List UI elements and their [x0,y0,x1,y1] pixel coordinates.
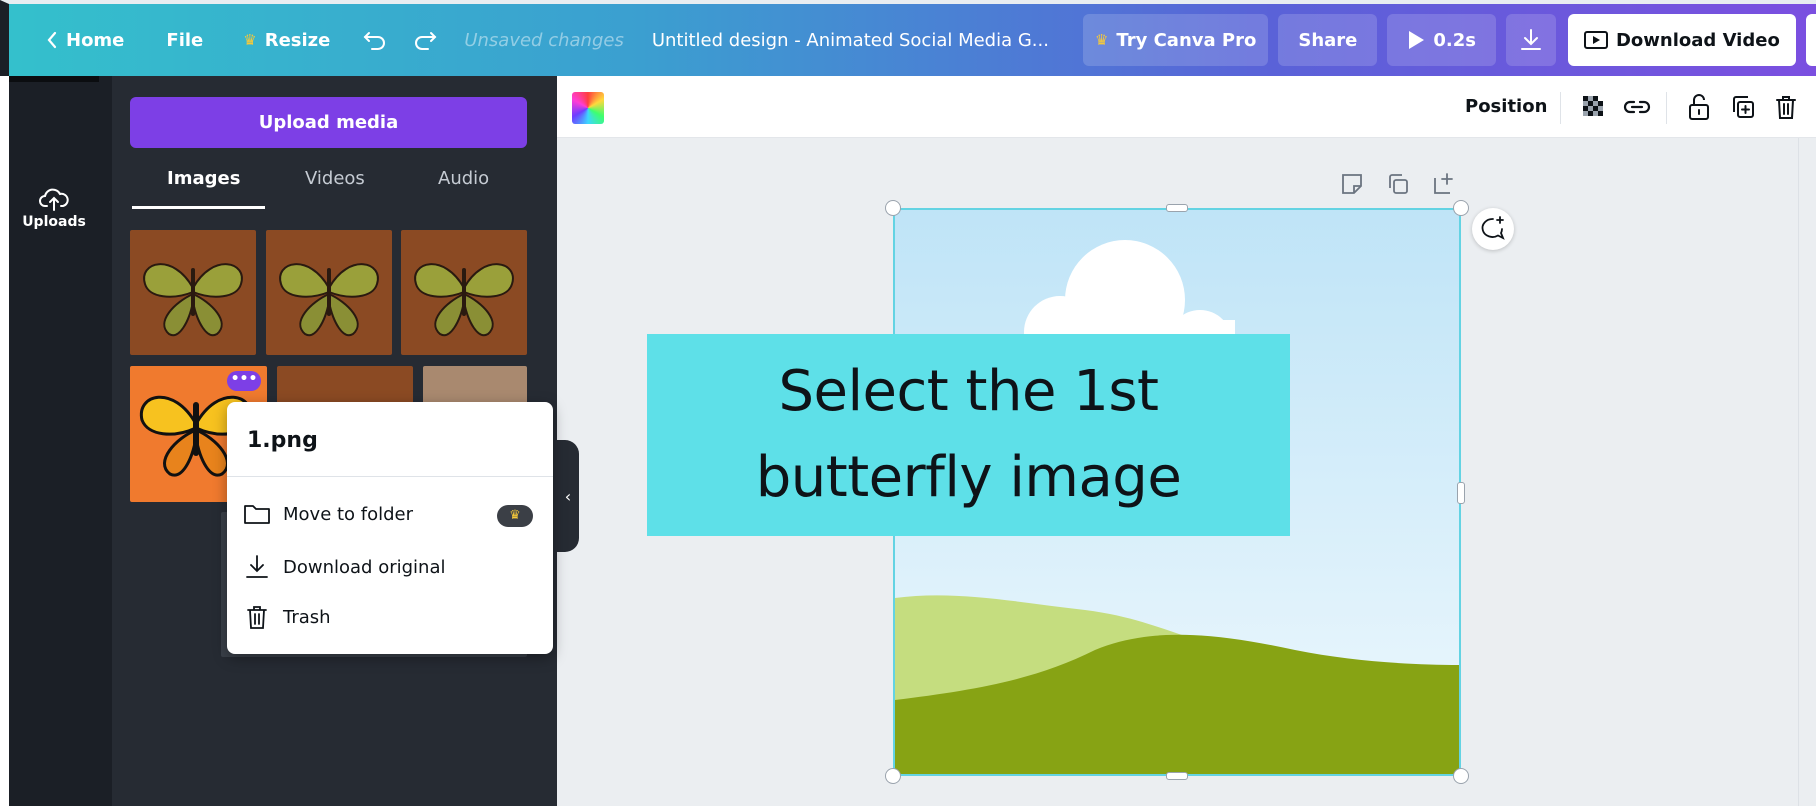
share-button[interactable]: Share [1278,14,1378,66]
menu-item-trash[interactable]: Trash [243,604,331,630]
add-comment-button[interactable] [1472,208,1514,250]
unlock-icon [1689,94,1709,120]
cloud-upload-icon [18,186,90,212]
crown-icon: ♛ [1094,31,1109,49]
home-button[interactable]: Home [34,14,136,66]
link-icon [1623,100,1651,114]
undo-button[interactable] [350,14,400,66]
menu-item-label: Trash [283,606,331,628]
resize-handle-bottom-left[interactable] [885,768,901,784]
play-duration: 0.2s [1433,29,1476,51]
trash-icon [1776,96,1796,119]
copy-icon [1389,174,1408,194]
top-bar: Home File ♛ Resize Unsaved changes Untit… [0,0,1816,76]
download-video-label: Download Video [1615,29,1780,51]
collapse-panel-handle[interactable]: ‹ [557,440,579,552]
menu-item-download-original[interactable]: Download original [243,554,445,580]
try-pro-label: Try Canva Pro [1116,29,1257,51]
canvas-scrollbar[interactable] [1798,138,1816,806]
chevron-left-icon [46,31,58,49]
download-icon [1520,28,1542,52]
download-button[interactable] [1505,14,1556,66]
file-menu-button[interactable]: File [154,14,215,66]
link-button[interactable] [1622,92,1652,122]
image-thumbnail[interactable] [401,230,527,355]
image-context-menu: 1.png Move to folder ♛ Download original… [227,402,553,654]
redo-icon [412,29,438,51]
position-button[interactable]: Position [1465,96,1547,117]
tab-videos[interactable]: Videos [305,168,365,189]
add-page-button[interactable] [1432,172,1456,196]
context-menu-title: 1.png [247,428,318,453]
duplicate-page-button[interactable] [1386,172,1410,196]
butterfly-image [279,263,379,337]
resize-handle-top[interactable] [1166,204,1188,212]
undo-icon [362,29,388,51]
image-thumbnail[interactable] [266,230,392,355]
more-options-button[interactable]: ••• [1805,14,1816,66]
add-note-button[interactable] [1340,172,1364,196]
resize-handle-top-left[interactable] [885,200,901,216]
active-tab-indicator [132,206,265,209]
share-label: Share [1298,29,1358,51]
document-title[interactable]: Untitled design - Animated Social Media … [638,30,1063,51]
chevron-left-icon: ‹ [564,486,572,506]
resize-handle-right[interactable] [1457,482,1465,504]
instruction-caption: Select the 1st butterfly image [647,334,1290,536]
butterfly-image [143,263,243,337]
resize-handle-bottom[interactable] [1166,772,1188,780]
rail-scroll-marker [9,76,99,82]
transparency-icon [1583,96,1603,116]
toolbar-divider [1666,92,1667,124]
download-video-button[interactable]: Download Video [1567,14,1796,66]
duplicate-button[interactable] [1728,92,1758,122]
upload-media-button[interactable]: Upload media [130,97,527,148]
toolbar-divider [1560,92,1561,124]
transparency-button[interactable] [1579,92,1609,122]
rail-item-uploads[interactable]: Uploads [18,186,90,230]
resize-handle-top-right[interactable] [1453,200,1469,216]
download-icon [243,554,271,580]
delete-button[interactable] [1771,92,1801,122]
unsaved-changes-status: Unsaved changes [464,29,624,51]
uploads-label: Uploads [22,214,86,230]
thumbnail-more-button[interactable]: ••• [227,371,261,391]
folder-icon [243,502,271,526]
color-picker-button[interactable] [572,92,604,124]
caption-text: Select the 1st butterfly image [755,359,1182,510]
tab-images[interactable]: Images [167,168,240,189]
play-preview-button[interactable]: 0.2s [1387,14,1496,66]
lock-button[interactable] [1684,92,1714,122]
menu-item-label: Move to folder [283,503,414,525]
menu-divider [227,476,553,477]
duplicate-icon [1733,96,1754,118]
add-page-icon [1434,173,1453,194]
play-icon [1407,30,1425,50]
comment-plus-icon [1481,216,1505,240]
tab-audio[interactable]: Audio [438,168,489,189]
resize-handle-bottom-right[interactable] [1453,768,1469,784]
try-canva-pro-button[interactable]: ♛ Try Canva Pro [1082,14,1269,66]
resize-button[interactable]: ♛ Resize [231,14,342,66]
resize-label: Resize [264,29,331,51]
video-icon [1583,30,1608,50]
crown-icon: ♛ [243,31,257,49]
trash-icon [243,604,271,630]
butterfly-image [414,263,514,337]
menu-item-move-to-folder[interactable]: Move to folder [243,502,413,526]
home-label: Home [66,29,125,51]
file-label: File [166,29,204,51]
redo-button[interactable] [400,14,450,66]
note-icon [1342,174,1362,194]
pro-crown-badge: ♛ [497,505,533,527]
image-thumbnail[interactable] [130,230,256,355]
menu-item-label: Download original [283,556,446,578]
